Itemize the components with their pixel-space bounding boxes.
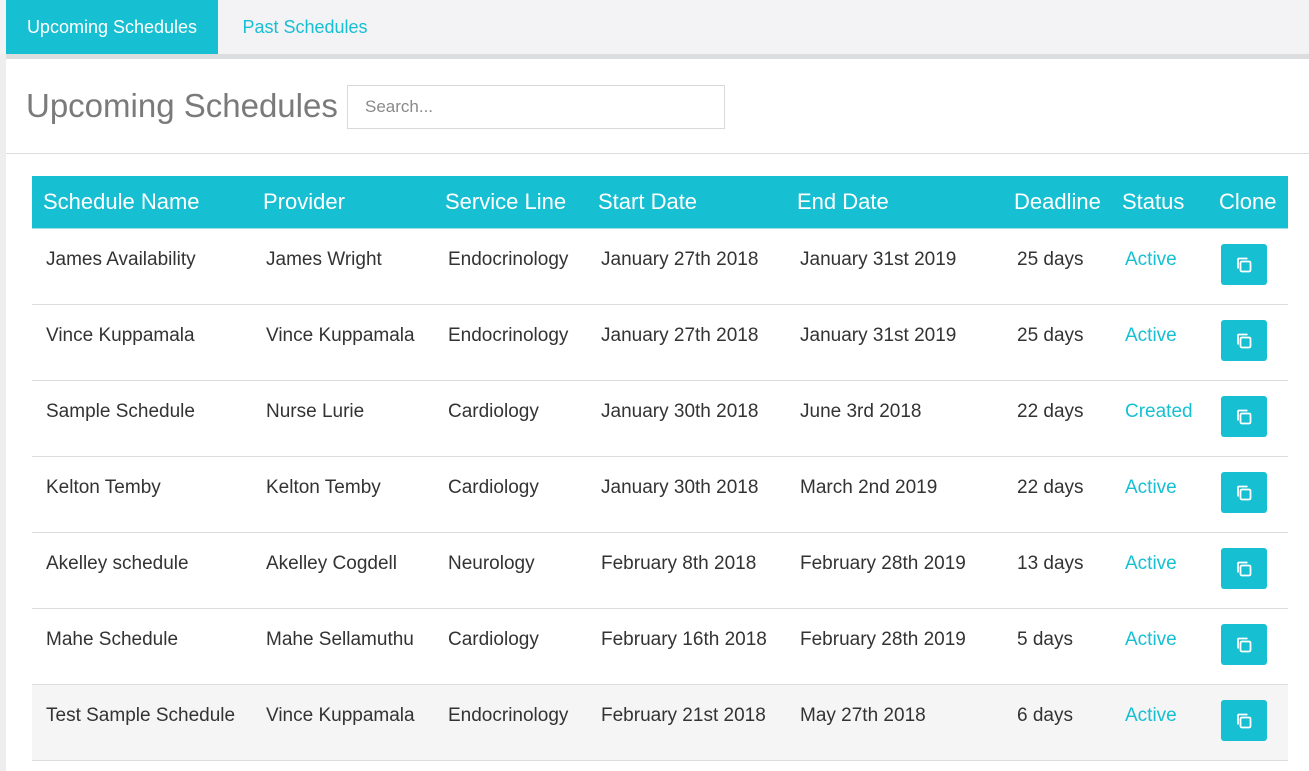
cell-start-date: February 8th 2018 [601,553,757,574]
header-divider [6,153,1309,154]
cell-end-date: June 3rd 2018 [800,401,922,422]
table-row: Vince Kuppamala Vince Kuppamala Endocrinol… [32,305,1288,381]
table-row: Sample Schedule Nurse Lurie Cardiology Janu… [32,381,1288,457]
cell-status: Active [1125,477,1177,498]
main-panel: Upcoming Schedules Schedule Name Provide… [6,59,1309,771]
cell-deadline: 25 days [1017,325,1084,346]
table-row: Mahe Schedule Mahe Sellamuthu Cardiology Fe… [32,609,1288,685]
clone-button[interactable] [1221,624,1267,665]
cell-deadline: 22 days [1017,401,1084,422]
column-header-deadline[interactable]: Deadline [1014,176,1101,228]
table-row: Test Sample Schedule Vince Kuppamala Endoc… [32,685,1288,761]
cell-status: Created [1125,401,1193,422]
cell-start-date: February 16th 2018 [601,629,767,650]
tab-upcoming-schedules[interactable]: Upcoming Schedules [6,0,218,54]
cell-schedule-name: Kelton Temby [46,477,161,498]
cell-end-date: January 31st 2019 [800,249,957,270]
cell-status: Active [1125,325,1177,346]
cell-service-line: Neurology [448,553,535,574]
cell-schedule-name: James Availability [46,249,196,270]
cell-start-date: January 27th 2018 [601,249,759,270]
clone-button[interactable] [1221,396,1267,437]
clone-button[interactable] [1221,700,1267,741]
cell-schedule-name: Mahe Schedule [46,629,179,650]
cell-start-date: February 21st 2018 [601,705,766,726]
cell-end-date: February 28th 2019 [800,553,966,574]
column-header-service-line[interactable]: Service Line [445,176,566,228]
cell-end-date: May 27th 2018 [800,705,926,726]
clone-button[interactable] [1221,244,1267,285]
cell-deadline: 22 days [1017,477,1084,498]
cell-provider: Vince Kuppamala [266,325,415,346]
cell-deadline: 6 days [1017,705,1073,726]
cell-provider: Nurse Lurie [266,401,365,422]
cell-status: Active [1125,249,1177,270]
table-body: James Availability James Wright Endocrinol… [32,229,1288,761]
cell-deadline: 25 days [1017,249,1084,270]
cell-service-line: Cardiology [448,401,539,422]
cell-status: Active [1125,629,1177,650]
cell-start-date: January 30th 2018 [601,401,759,422]
column-header-end-date[interactable]: End Date [797,176,889,228]
schedules-table: Schedule Name Provider Service Line Star… [32,176,1288,761]
copy-icon [1237,257,1252,273]
column-header-schedule-name[interactable]: Schedule Name [43,176,200,228]
column-header-start-date[interactable]: Start Date [598,176,697,228]
page-title: Upcoming Schedules [26,87,338,124]
table-row: Kelton Temby Kelton Temby Cardiology Januar… [32,457,1288,533]
copy-icon [1237,333,1252,349]
cell-provider: James Wright [266,249,382,270]
cell-provider: Akelley Cogdell [266,553,397,574]
copy-icon [1237,485,1252,501]
cell-service-line: Endocrinology [448,249,569,270]
cell-start-date: January 27th 2018 [601,325,759,346]
copy-icon [1237,409,1252,425]
cell-deadline: 13 days [1017,553,1084,574]
cell-schedule-name: Vince Kuppamala [46,325,195,346]
cell-status: Active [1125,705,1177,726]
copy-icon [1237,637,1252,653]
cell-provider: Vince Kuppamala [266,705,415,726]
cell-schedule-name: Akelley schedule [46,553,189,574]
cell-deadline: 5 days [1017,629,1073,650]
table-row: Akelley schedule Akelley Cogdell Neurology… [32,533,1288,609]
cell-end-date: January 31st 2019 [800,325,957,346]
column-header-clone: Clone [1219,189,1277,214]
table-header: Schedule Name Provider Service Line Star… [32,176,1288,229]
cell-service-line: Endocrinology [448,325,569,346]
search-input[interactable] [347,85,725,129]
copy-icon [1237,713,1252,729]
cell-start-date: January 30th 2018 [601,477,759,498]
clone-button[interactable] [1221,472,1267,513]
tab-bar: Upcoming Schedules Past Schedules [0,0,1309,54]
cell-end-date: March 2nd 2019 [800,477,938,498]
copy-icon [1237,561,1252,577]
cell-status: Active [1125,553,1177,574]
clone-button[interactable] [1221,320,1267,361]
cell-provider: Mahe Sellamuthu [266,629,414,650]
cell-schedule-name: Sample Schedule [46,401,195,422]
cell-service-line: Endocrinology [448,705,569,726]
table-row: James Availability James Wright Endocrinol… [32,229,1288,305]
tab-past-schedules[interactable]: Past Schedules [218,0,392,54]
cell-service-line: Cardiology [448,477,539,498]
clone-button[interactable] [1221,548,1267,589]
cell-service-line: Cardiology [448,629,539,650]
cell-provider: Kelton Temby [266,477,381,498]
column-header-status[interactable]: Status [1122,176,1184,228]
cell-end-date: February 28th 2019 [800,629,966,650]
cell-schedule-name: Test Sample Schedule [46,705,236,726]
column-header-provider[interactable]: Provider [263,176,345,228]
